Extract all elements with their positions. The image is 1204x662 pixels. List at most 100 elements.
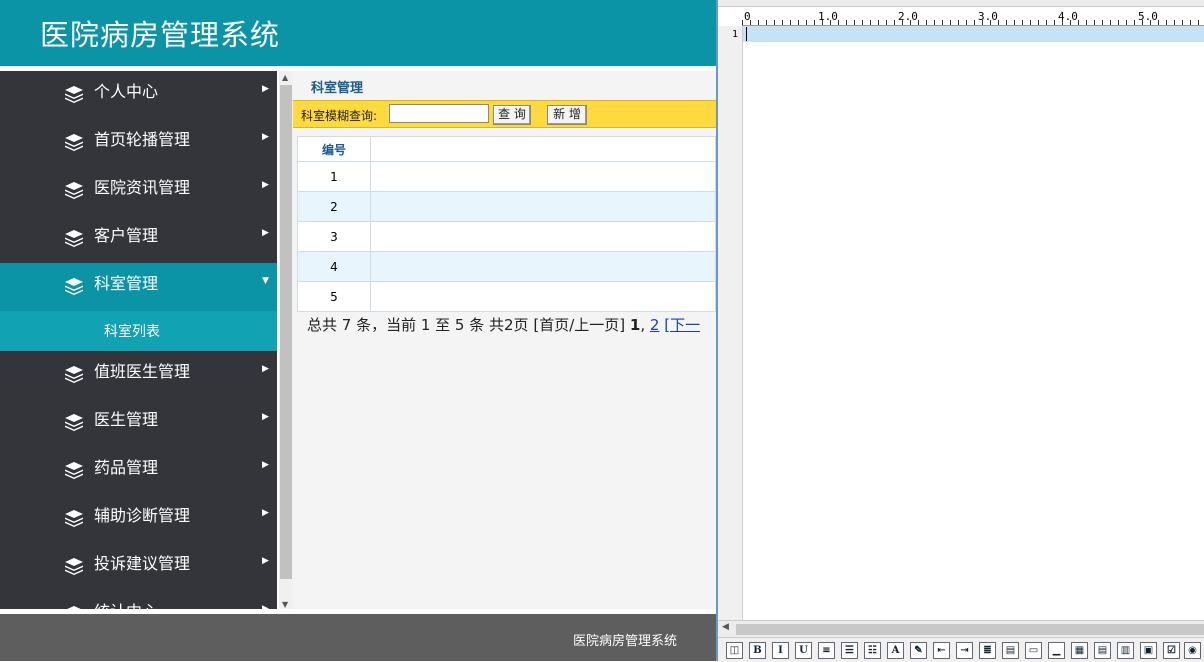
add-button[interactable]: 新 增 xyxy=(547,105,587,125)
app-footer: 医院病房管理系统 xyxy=(0,614,716,661)
pagination: 总共 7 条，当前 1 至 5 条 共2页 [首页/上一页] 1, 2 [下一 xyxy=(307,314,700,335)
sidebar-item-statistics[interactable]: 统计中心 ▶ xyxy=(0,591,277,609)
sidebar-item-diagnosis[interactable]: 辅助诊断管理 ▶ xyxy=(0,495,277,543)
table-row[interactable]: 2 xyxy=(297,191,716,222)
view-source-icon[interactable]: ◫ xyxy=(726,642,743,659)
radio-icon[interactable]: ◉ xyxy=(1184,642,1201,659)
sidebar-item-label: 值班医生管理 xyxy=(94,362,191,381)
app-header: 医院病房管理系统 xyxy=(0,0,716,66)
table-row[interactable]: 3 xyxy=(297,221,716,252)
row-number: 3 xyxy=(297,221,371,252)
page-title: 科室管理 xyxy=(311,81,364,96)
sidebar-subitem-department-list[interactable]: 科室列表 xyxy=(0,311,277,351)
sidebar: 个人中心 ▶ 首页轮播管理 ▶ 医院资讯管理 ▶ 客户管理 ▶ 科室管理 ▼ 科… xyxy=(0,71,277,609)
sidebar-item-label: 医生管理 xyxy=(94,410,159,429)
sidebar-item-label: 科室管理 xyxy=(94,274,159,293)
chevron-right-icon: ▶ xyxy=(262,132,269,142)
table-row[interactable]: 5 xyxy=(297,281,716,312)
checkbox-icon[interactable]: ☑ xyxy=(1163,642,1180,659)
textbox-icon[interactable]: ▦ xyxy=(1071,642,1088,659)
page-2-link[interactable]: 2 xyxy=(650,316,660,334)
layers-icon xyxy=(65,86,83,103)
main-content: 科室管理 科室模糊查询: 查 询 新 增 编号 1 2 3 4 5 总共 7 条… xyxy=(293,71,716,609)
frame-icon[interactable]: ▭ xyxy=(1025,642,1042,659)
sidebar-subitem-label: 科室列表 xyxy=(104,324,160,340)
layers-icon xyxy=(65,558,83,575)
rule-icon[interactable]: ▁ xyxy=(1048,642,1065,659)
sidebar-item-label: 药品管理 xyxy=(94,458,159,477)
sidebar-scrollbar[interactable]: ▲ ▼ xyxy=(279,71,293,609)
layers-icon xyxy=(65,134,83,151)
row-name xyxy=(370,221,716,252)
row-number: 4 xyxy=(297,251,371,282)
chevron-right-icon: ▶ xyxy=(262,180,269,190)
column-header-name xyxy=(370,136,716,162)
horizontal-scrollbar[interactable]: ◀ xyxy=(718,620,1204,637)
layers-icon xyxy=(65,182,83,199)
sidebar-item-complaints[interactable]: 投诉建议管理 ▶ xyxy=(0,543,277,591)
table-row[interactable]: 1 xyxy=(297,161,716,192)
sidebar-item-hospital-news[interactable]: 医院资讯管理 ▶ xyxy=(0,167,277,215)
chevron-right-icon: ▶ xyxy=(262,364,269,374)
next-page-link[interactable]: [下一 xyxy=(664,316,700,334)
dropdown-icon[interactable]: ▥ xyxy=(1117,642,1134,659)
indent-icon[interactable]: ⇥ xyxy=(956,642,973,659)
highlight-icon[interactable]: ✎ xyxy=(910,642,927,659)
font-color-icon[interactable]: A xyxy=(887,642,904,659)
current-page: 1 xyxy=(629,316,641,334)
sidebar-item-customers[interactable]: 客户管理 ▶ xyxy=(0,215,277,263)
first-prev-page-link: [首页/上一页] xyxy=(533,316,626,334)
sidebar-item-departments[interactable]: 科室管理 ▼ xyxy=(0,263,277,311)
chevron-right-icon: ▶ xyxy=(262,604,269,609)
row-number: 1 xyxy=(297,161,371,192)
sidebar-item-label: 医院资讯管理 xyxy=(94,178,191,197)
sidebar-item-label: 辅助诊断管理 xyxy=(94,506,191,525)
justify-icon[interactable]: ▤ xyxy=(1002,642,1019,659)
query-button[interactable]: 查 询 xyxy=(493,105,531,125)
chevron-right-icon: ▶ xyxy=(262,460,269,470)
sidebar-item-personal-center[interactable]: 个人中心 ▶ xyxy=(0,71,277,119)
table-row[interactable]: 4 xyxy=(297,251,716,282)
chevron-right-icon: ▶ xyxy=(262,412,269,422)
search-bar: 科室模糊查询: 查 询 新 增 xyxy=(293,100,716,128)
scrollbar-thumb[interactable] xyxy=(736,624,1204,635)
outdent-icon[interactable]: ⇤ xyxy=(933,642,950,659)
sidebar-item-doctors[interactable]: 医生管理 ▶ xyxy=(0,399,277,447)
layers-icon xyxy=(65,366,83,383)
italic-icon[interactable]: I xyxy=(772,642,789,659)
scroll-left-icon[interactable]: ◀ xyxy=(722,622,729,632)
scroll-up-icon[interactable]: ▲ xyxy=(282,73,288,82)
department-search-input[interactable] xyxy=(389,104,489,123)
row-number: 5 xyxy=(297,281,371,312)
align-icon[interactable]: ≡ xyxy=(818,642,835,659)
row-number: 2 xyxy=(297,191,371,222)
underline-icon[interactable]: U xyxy=(795,642,812,659)
align-right-icon[interactable]: ≣ xyxy=(979,642,996,659)
scrollbar-thumb[interactable] xyxy=(280,85,292,579)
department-table: 编号 1 2 3 4 5 xyxy=(297,136,716,312)
column-header-number: 编号 xyxy=(297,136,371,162)
sidebar-item-carousel[interactable]: 首页轮播管理 ▶ xyxy=(0,119,277,167)
layers-icon xyxy=(65,462,83,479)
current-line-highlight[interactable] xyxy=(743,26,1204,42)
sidebar-item-medicines[interactable]: 药品管理 ▶ xyxy=(0,447,277,495)
sidebar-item-label: 首页轮播管理 xyxy=(94,130,191,149)
scroll-down-icon[interactable]: ▼ xyxy=(282,600,288,609)
sidebar-item-label: 客户管理 xyxy=(94,226,159,245)
text-cursor xyxy=(746,27,747,41)
listbox-icon[interactable]: ▤ xyxy=(1094,642,1111,659)
editor-top-strip xyxy=(718,0,1204,7)
footer-text: 医院病房管理系统 xyxy=(573,634,678,649)
layers-icon xyxy=(65,510,83,527)
bold-icon[interactable]: B xyxy=(749,642,766,659)
sidebar-item-label: 个人中心 xyxy=(94,82,159,101)
ruler-ticks xyxy=(742,20,1204,25)
row-name xyxy=(370,161,716,192)
line-number: 1 xyxy=(731,29,738,40)
sidebar-item-duty-doctors[interactable]: 值班医生管理 ▶ xyxy=(0,351,277,399)
bullet-list-icon[interactable]: ☰ xyxy=(841,642,858,659)
numbered-list-icon[interactable]: ☷ xyxy=(864,642,881,659)
layers-icon xyxy=(65,414,83,431)
spin-icon[interactable]: ▣ xyxy=(1140,642,1157,659)
sidebar-item-label: 投诉建议管理 xyxy=(94,554,191,573)
